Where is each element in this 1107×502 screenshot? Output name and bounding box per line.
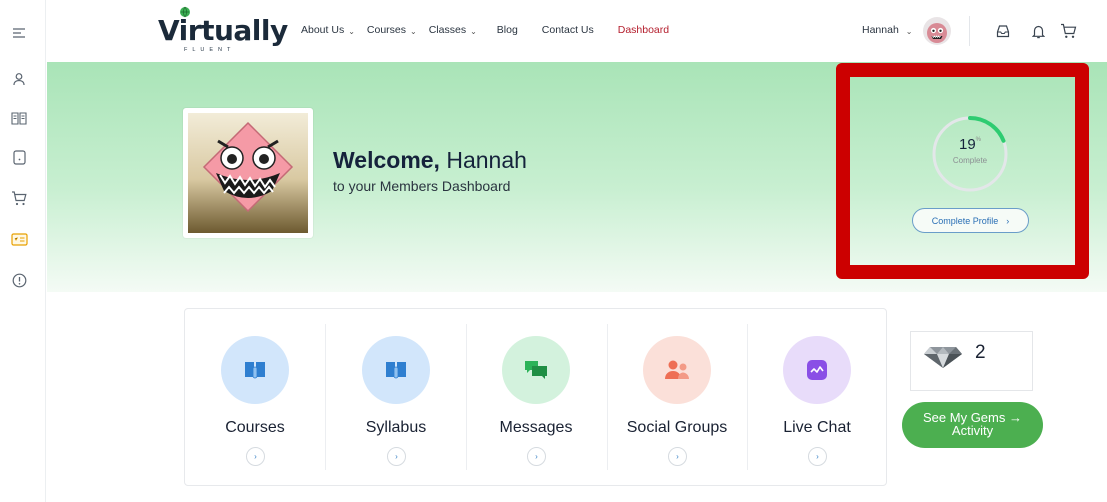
diamond-icon — [924, 347, 962, 368]
book-icon — [386, 362, 406, 379]
gems-button-line2: Activity — [951, 423, 994, 438]
nav-courses[interactable]: Courses ⌄ — [367, 24, 417, 36]
chevron-right-icon: › — [1006, 215, 1010, 226]
nav-label: Blog — [496, 24, 518, 36]
chevron-down-icon: ⌄ — [470, 26, 477, 36]
progress-percent: 19% — [930, 136, 1010, 153]
tile-icon-circle — [783, 336, 851, 404]
user-name: Hannah — [862, 24, 899, 36]
tile-social-groups[interactable]: Social Groups › — [607, 309, 747, 487]
dashboard-menu: Courses › Syllabus › Messages › Social G… — [184, 308, 887, 486]
inbox-icon[interactable] — [994, 22, 1012, 40]
header-divider — [969, 16, 970, 46]
chevron-right-icon[interactable]: › — [387, 447, 406, 466]
progress-ring-graphic — [932, 116, 1008, 192]
welcome-hero: Welcome, Hannah to your Members Dashboar… — [47, 62, 1107, 292]
logo-text: Virtually — [158, 14, 288, 47]
tile-icon-circle — [643, 336, 711, 404]
nav-dashboard[interactable]: Dashboard — [618, 24, 669, 36]
nav-classes[interactable]: Classes ⌄ — [429, 24, 477, 36]
tile-label: Courses — [225, 419, 285, 436]
cart-icon[interactable] — [10, 189, 28, 207]
nav-label: Classes — [428, 24, 467, 36]
chevron-right-icon[interactable]: › — [668, 447, 687, 466]
id-card-icon[interactable] — [10, 230, 28, 248]
left-sidebar — [0, 0, 46, 502]
tile-live-chat[interactable]: Live Chat › — [747, 309, 887, 487]
chevron-right-icon[interactable]: › — [246, 447, 265, 466]
progress-label: Complete — [952, 156, 988, 165]
profile-picture-card[interactable] — [183, 108, 313, 238]
nav-label: Dashboard — [617, 24, 670, 36]
profile-picture — [188, 113, 308, 233]
complete-profile-label: Complete Profile — [931, 215, 999, 226]
tile-syllabus[interactable]: Syllabus › — [326, 309, 466, 487]
percent-value: 19 — [958, 136, 976, 153]
user-menu[interactable]: Hannah ⌄ — [862, 24, 912, 36]
menu-icon[interactable] — [10, 24, 28, 42]
document-icon[interactable] — [10, 148, 28, 166]
tile-label: Social Groups — [626, 419, 728, 436]
nav-label: Courses — [366, 24, 407, 36]
welcome-bold-text: Welcome, — [333, 147, 440, 173]
profile-progress-ring: 19% Complete — [930, 114, 1010, 194]
tile-label: Messages — [499, 419, 573, 436]
nav-about-us[interactable]: About Us ⌄ — [301, 24, 355, 36]
info-icon[interactable] — [10, 271, 28, 289]
tile-courses[interactable]: Courses › — [185, 309, 325, 487]
welcome-user-name: Hannah — [446, 147, 527, 173]
chevron-right-icon[interactable]: › — [527, 447, 546, 466]
nav-label: Contact Us — [541, 24, 594, 36]
chat-icon — [525, 361, 547, 379]
tile-label: Syllabus — [365, 419, 427, 436]
cart-icon[interactable] — [1059, 22, 1077, 40]
nav-blog[interactable]: Blog — [497, 24, 518, 36]
activity-icon — [807, 360, 827, 380]
tile-icon-circle — [502, 336, 570, 404]
complete-profile-button[interactable]: Complete Profile › — [912, 208, 1029, 233]
tile-messages[interactable]: Messages › — [466, 309, 606, 487]
top-header: Virtually FLUENT About Us ⌄ Courses ⌄ Clas… — [47, 0, 1107, 62]
user-icon[interactable] — [10, 70, 28, 88]
nav-contact-us[interactable]: Contact Us — [542, 24, 594, 36]
logo-subtext: FLUENT — [184, 47, 236, 53]
book-icon[interactable] — [10, 109, 28, 127]
welcome-subtitle: to your Members Dashboard — [333, 178, 511, 194]
avatar[interactable] — [923, 17, 951, 45]
gems-count: 2 — [975, 342, 986, 363]
see-gems-activity-button[interactable]: See My Gems → Activity — [902, 402, 1043, 448]
welcome-heading: Welcome, Hannah — [333, 147, 527, 174]
percent-sign: % — [975, 137, 982, 143]
gems-card — [910, 331, 1033, 391]
bell-icon[interactable] — [1029, 22, 1047, 40]
tile-label: Live Chat — [783, 419, 851, 436]
users-icon — [665, 360, 689, 379]
tile-icon-circle — [221, 336, 289, 404]
main-nav: About Us ⌄ Courses ⌄ Classes ⌄ Blog Contact… — [301, 24, 669, 36]
chevron-down-icon: ⌄ — [905, 26, 913, 36]
book-icon — [245, 362, 265, 379]
site-logo[interactable]: Virtually FLUENT — [158, 5, 288, 55]
chevron-down-icon: ⌄ — [410, 26, 417, 36]
nav-label: About Us — [301, 24, 345, 36]
tile-icon-circle — [362, 336, 430, 404]
chevron-right-icon[interactable]: › — [808, 447, 827, 466]
chevron-down-icon: ⌄ — [348, 26, 355, 36]
